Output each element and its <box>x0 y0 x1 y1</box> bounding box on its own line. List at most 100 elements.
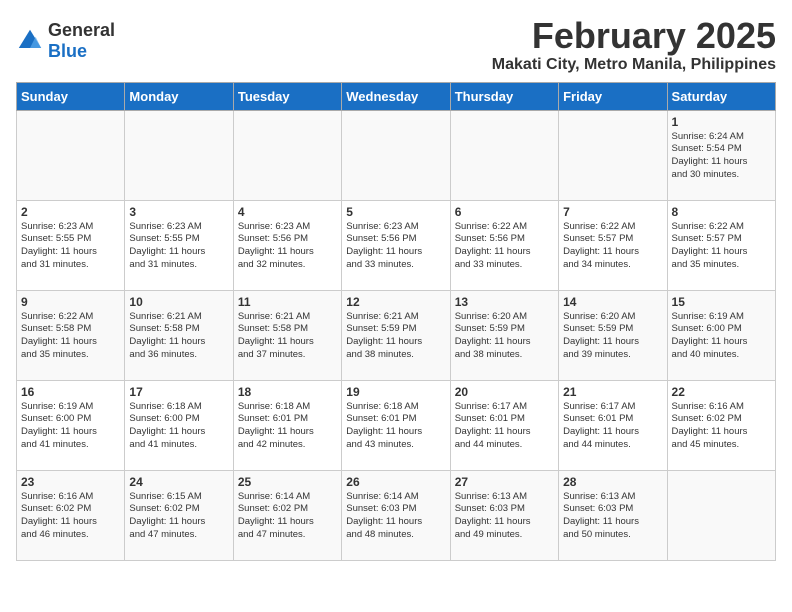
cell-info: Sunrise: 6:20 AM Sunset: 5:59 PM Dayligh… <box>455 311 554 362</box>
calendar-cell: 22 Sunrise: 6:16 AM Sunset: 6:02 PM Dayli… <box>667 380 775 470</box>
logo: General Blue <box>16 20 115 62</box>
day-header-monday: Monday <box>125 82 233 110</box>
cell-info: Sunrise: 6:15 AM Sunset: 6:02 PM Dayligh… <box>129 491 228 542</box>
day-header-tuesday: Tuesday <box>233 82 341 110</box>
calendar-cell <box>233 110 341 200</box>
calendar-cell: 25Sunrise: 6:14 AM Sunset: 6:02 PM Dayli… <box>233 470 341 560</box>
cell-info: Sunrise: 6:17 AM Sunset: 6:01 PM Dayligh… <box>563 401 662 452</box>
cell-info: Sunrise: 6:14 AM Sunset: 6:03 PM Dayligh… <box>346 491 445 542</box>
day-number: 24 <box>129 475 228 489</box>
day-number: 6 <box>455 205 554 219</box>
calendar-cell: 28 Sunrise: 6:13 AM Sunset: 6:03 PM Dayli… <box>559 470 667 560</box>
day-number: 20 <box>455 385 554 399</box>
calendar-cell <box>450 110 558 200</box>
day-number: 16 <box>21 385 120 399</box>
month-title: February 2025 <box>492 16 776 56</box>
day-number: 4 <box>238 205 337 219</box>
location-title: Makati City, Metro Manila, Philippines <box>492 56 776 74</box>
cell-info: Sunrise: 6:16 AM Sunset: 6:02 PM Dayligh… <box>21 491 120 542</box>
logo-icon <box>16 27 44 55</box>
cell-info: Sunrise: 6:18 AM Sunset: 6:01 PM Dayligh… <box>238 401 337 452</box>
day-header-sunday: Sunday <box>17 82 125 110</box>
cell-info: Sunrise: 6:24 AM Sunset: 5:54 PM Dayligh… <box>672 131 771 182</box>
day-number: 19 <box>346 385 445 399</box>
day-number: 1 <box>672 115 771 129</box>
cell-info: Sunrise: 6:23 AM Sunset: 5:55 PM Dayligh… <box>21 221 120 272</box>
day-header-wednesday: Wednesday <box>342 82 450 110</box>
day-number: 14 <box>563 295 662 309</box>
calendar-cell: 1 Sunrise: 6:24 AM Sunset: 5:54 PM Daylig… <box>667 110 775 200</box>
calendar-cell <box>17 110 125 200</box>
cell-info: Sunrise: 6:18 AM Sunset: 6:00 PM Dayligh… <box>129 401 228 452</box>
calendar-cell: 27Sunrise: 6:13 AM Sunset: 6:03 PM Dayli… <box>450 470 558 560</box>
day-number: 26 <box>346 475 445 489</box>
calendar-cell: 6 Sunrise: 6:22 AM Sunset: 5:56 PM Daylig… <box>450 200 558 290</box>
calendar-cell: 9 Sunrise: 6:22 AM Sunset: 5:58 PM Daylig… <box>17 290 125 380</box>
day-header-saturday: Saturday <box>667 82 775 110</box>
cell-info: Sunrise: 6:22 AM Sunset: 5:57 PM Dayligh… <box>672 221 771 272</box>
day-number: 3 <box>129 205 228 219</box>
calendar-table: SundayMondayTuesdayWednesdayThursdayFrid… <box>16 82 776 561</box>
week-row-5: 23Sunrise: 6:16 AM Sunset: 6:02 PM Dayli… <box>17 470 776 560</box>
calendar-cell: 13 Sunrise: 6:20 AM Sunset: 5:59 PM Dayli… <box>450 290 558 380</box>
calendar-cell: 19 Sunrise: 6:18 AM Sunset: 6:01 PM Dayli… <box>342 380 450 470</box>
calendar-cell: 20 Sunrise: 6:17 AM Sunset: 6:01 PM Dayli… <box>450 380 558 470</box>
day-number: 9 <box>21 295 120 309</box>
week-row-4: 16 Sunrise: 6:19 AM Sunset: 6:00 PM Dayli… <box>17 380 776 470</box>
day-number: 15 <box>672 295 771 309</box>
day-number: 11 <box>238 295 337 309</box>
calendar-cell <box>667 470 775 560</box>
cell-info: Sunrise: 6:18 AM Sunset: 6:01 PM Dayligh… <box>346 401 445 452</box>
calendar-cell: 24 Sunrise: 6:15 AM Sunset: 6:02 PM Dayli… <box>125 470 233 560</box>
cell-info: Sunrise: 6:22 AM Sunset: 5:56 PM Dayligh… <box>455 221 554 272</box>
cell-info: Sunrise: 6:16 AM Sunset: 6:02 PM Dayligh… <box>672 401 771 452</box>
cell-info: Sunrise: 6:20 AM Sunset: 5:59 PM Dayligh… <box>563 311 662 362</box>
logo-text-blue: Blue <box>48 41 87 61</box>
calendar-cell: 15 Sunrise: 6:19 AM Sunset: 6:00 PM Dayli… <box>667 290 775 380</box>
calendar-cell: 17 Sunrise: 6:18 AM Sunset: 6:00 PM Dayli… <box>125 380 233 470</box>
day-number: 13 <box>455 295 554 309</box>
cell-info: Sunrise: 6:21 AM Sunset: 5:58 PM Dayligh… <box>129 311 228 362</box>
cell-info: Sunrise: 6:13 AM Sunset: 6:03 PM Dayligh… <box>563 491 662 542</box>
calendar-cell: 23Sunrise: 6:16 AM Sunset: 6:02 PM Dayli… <box>17 470 125 560</box>
day-number: 8 <box>672 205 771 219</box>
calendar-cell: 12 Sunrise: 6:21 AM Sunset: 5:59 PM Dayli… <box>342 290 450 380</box>
day-number: 17 <box>129 385 228 399</box>
calendar-cell: 26 Sunrise: 6:14 AM Sunset: 6:03 PM Dayli… <box>342 470 450 560</box>
calendar-cell: 8 Sunrise: 6:22 AM Sunset: 5:57 PM Daylig… <box>667 200 775 290</box>
day-number: 21 <box>563 385 662 399</box>
day-number: 27 <box>455 475 554 489</box>
calendar-cell: 5 Sunrise: 6:23 AM Sunset: 5:56 PM Daylig… <box>342 200 450 290</box>
day-number: 12 <box>346 295 445 309</box>
day-number: 25 <box>238 475 337 489</box>
calendar-cell <box>559 110 667 200</box>
cell-info: Sunrise: 6:22 AM Sunset: 5:58 PM Dayligh… <box>21 311 120 362</box>
cell-info: Sunrise: 6:22 AM Sunset: 5:57 PM Dayligh… <box>563 221 662 272</box>
calendar-cell: 18 Sunrise: 6:18 AM Sunset: 6:01 PM Dayli… <box>233 380 341 470</box>
day-number: 22 <box>672 385 771 399</box>
cell-info: Sunrise: 6:19 AM Sunset: 6:00 PM Dayligh… <box>672 311 771 362</box>
day-number: 28 <box>563 475 662 489</box>
day-number: 10 <box>129 295 228 309</box>
calendar-cell: 3 Sunrise: 6:23 AM Sunset: 5:55 PM Daylig… <box>125 200 233 290</box>
cell-info: Sunrise: 6:21 AM Sunset: 5:58 PM Dayligh… <box>238 311 337 362</box>
day-number: 18 <box>238 385 337 399</box>
day-header-friday: Friday <box>559 82 667 110</box>
week-row-3: 9 Sunrise: 6:22 AM Sunset: 5:58 PM Daylig… <box>17 290 776 380</box>
calendar-cell: 7 Sunrise: 6:22 AM Sunset: 5:57 PM Daylig… <box>559 200 667 290</box>
day-number: 2 <box>21 205 120 219</box>
cell-info: Sunrise: 6:23 AM Sunset: 5:55 PM Dayligh… <box>129 221 228 272</box>
cell-info: Sunrise: 6:17 AM Sunset: 6:01 PM Dayligh… <box>455 401 554 452</box>
day-number: 7 <box>563 205 662 219</box>
day-number: 5 <box>346 205 445 219</box>
cell-info: Sunrise: 6:23 AM Sunset: 5:56 PM Dayligh… <box>346 221 445 272</box>
calendar-cell: 14 Sunrise: 6:20 AM Sunset: 5:59 PM Dayli… <box>559 290 667 380</box>
calendar-cell <box>342 110 450 200</box>
week-row-1: 1 Sunrise: 6:24 AM Sunset: 5:54 PM Daylig… <box>17 110 776 200</box>
calendar-cell: 2 Sunrise: 6:23 AM Sunset: 5:55 PM Daylig… <box>17 200 125 290</box>
logo-text-general: General <box>48 20 115 40</box>
day-header-thursday: Thursday <box>450 82 558 110</box>
cell-info: Sunrise: 6:19 AM Sunset: 6:00 PM Dayligh… <box>21 401 120 452</box>
calendar-cell: 10 Sunrise: 6:21 AM Sunset: 5:58 PM Dayli… <box>125 290 233 380</box>
cell-info: Sunrise: 6:21 AM Sunset: 5:59 PM Dayligh… <box>346 311 445 362</box>
